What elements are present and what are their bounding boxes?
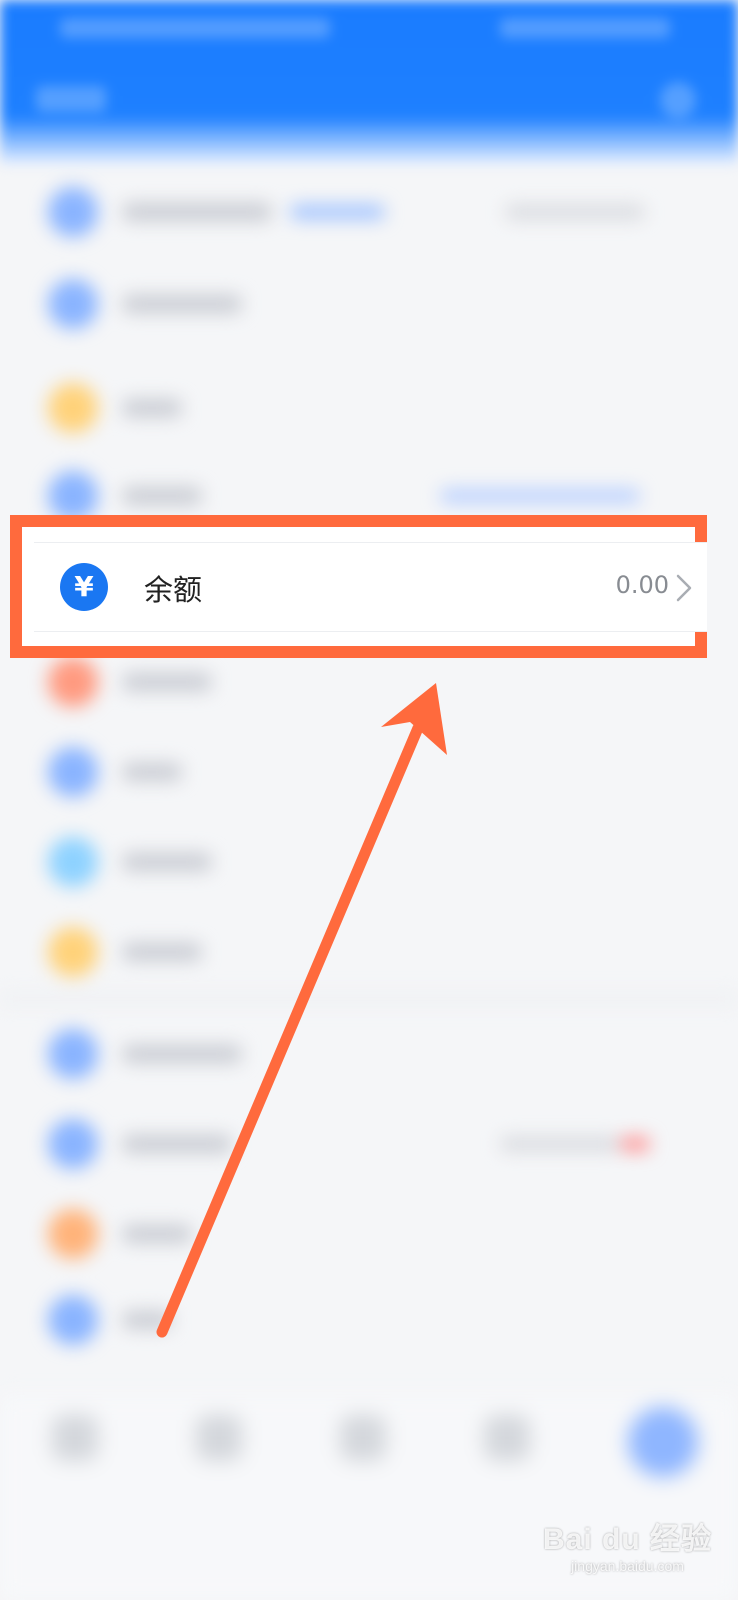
chevron-right-icon: [676, 574, 692, 602]
balance-list-item[interactable]: ¥ 余额 0.00: [34, 542, 707, 632]
list-item[interactable]: [0, 361, 738, 451]
list-item[interactable]: [0, 1187, 738, 1277]
tab-placeholder[interactable]: [52, 1415, 98, 1461]
list-item[interactable]: [0, 1273, 738, 1363]
list-item[interactable]: [0, 905, 738, 995]
back-button-placeholder[interactable]: [36, 86, 106, 112]
list-item[interactable]: [0, 1097, 738, 1187]
header-action-placeholder[interactable]: [660, 82, 696, 118]
status-bar-placeholder-right: [500, 18, 670, 38]
list-item[interactable]: [0, 815, 738, 905]
section-divider: [0, 993, 738, 1005]
watermark-main: Bai du 经验: [542, 1523, 712, 1556]
app-header: [0, 0, 738, 165]
tab-placeholder-accent[interactable]: [628, 1407, 698, 1477]
baidu-jingyan-watermark: Bai du 经验 jingyan.baidu.com: [543, 1514, 712, 1574]
balance-highlight-box: ¥ 余额 0.00: [10, 515, 707, 658]
tab-placeholder[interactable]: [484, 1415, 530, 1461]
tab-placeholder[interactable]: [340, 1415, 386, 1461]
yen-icon: ¥: [60, 563, 108, 611]
list-item[interactable]: [0, 257, 738, 347]
balance-label: 余额: [144, 573, 203, 607]
list-item[interactable]: [0, 725, 738, 815]
status-bar-placeholder: [60, 18, 330, 38]
list-item[interactable]: [0, 1007, 738, 1097]
list-item[interactable]: [0, 165, 738, 255]
watermark-sub: jingyan.baidu.com: [571, 1558, 684, 1574]
wallet-list-blurred: [0, 165, 738, 1395]
balance-value: 0.00: [615, 571, 669, 599]
tab-placeholder[interactable]: [196, 1415, 242, 1461]
